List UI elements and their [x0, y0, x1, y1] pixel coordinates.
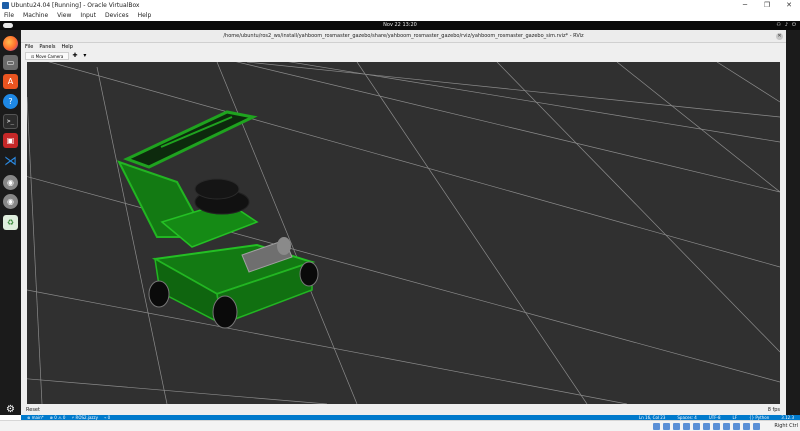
virtualbox-icon [2, 2, 9, 9]
rviz-menu-panels[interactable]: Panels [39, 43, 55, 51]
audio-icon[interactable] [673, 423, 680, 430]
recording-icon[interactable] [723, 423, 730, 430]
help-icon[interactable]: ? [3, 94, 18, 109]
rviz-statusbar: Reset 8 fps [21, 405, 786, 415]
volume-icon: ♪ [784, 22, 789, 28]
rviz-close-button[interactable]: ✕ [776, 33, 783, 40]
disc-icon-2[interactable]: ◉ [3, 194, 18, 209]
restore-button[interactable]: ❐ [756, 0, 778, 11]
ubuntu-dock: ▭ A ? >_ ▣ ⋊ ◉ ◉ ♻ ⚙ [0, 30, 21, 415]
screenshot-icon[interactable]: ▣ [3, 133, 18, 148]
reset-button[interactable]: Reset [26, 407, 40, 413]
usb-icon[interactable] [693, 423, 700, 430]
network-adapter-icon[interactable] [683, 423, 690, 430]
virtualbox-statusbar: Right Ctrl [0, 420, 800, 431]
virtualbox-titlebar: Ubuntu24.04 [Running] - Oracle VirtualBo… [0, 0, 800, 11]
gnome-top-bar: Nov 22 13:20 ⚇ ♪ ⏻ [0, 21, 800, 30]
firefox-icon[interactable] [3, 36, 18, 51]
mouse-integration-icon[interactable] [743, 423, 750, 430]
rviz-toolbar: ⊡ Move Camera ✚ ▾ [21, 51, 786, 60]
move-camera-tool[interactable]: ⊡ Move Camera [25, 51, 70, 60]
device-indicators [653, 423, 760, 430]
show-apps-icon[interactable]: ⚙ [3, 402, 18, 417]
rviz-menu-file[interactable]: File [25, 43, 33, 51]
disc-icon[interactable]: ◉ [3, 175, 18, 190]
menu-input[interactable]: Input [80, 11, 96, 21]
menu-file[interactable]: File [4, 11, 14, 21]
menu-devices[interactable]: Devices [105, 11, 129, 21]
add-tool-icon[interactable]: ✚ [72, 52, 77, 59]
window-title: Ubuntu24.04 [Running] - Oracle VirtualBo… [11, 2, 140, 9]
window-controls: ─ ❐ ✕ [734, 0, 800, 11]
vscode-icon[interactable]: ⋊ [3, 154, 18, 169]
rviz-title: /home/ubuntu/ros2_ws/install/yahboom_ros… [21, 30, 786, 43]
desktop-edge [786, 30, 800, 415]
network-icon: ⚇ [776, 22, 781, 28]
files-icon[interactable]: ▭ [3, 55, 18, 70]
rviz-menubar: File Panels Help [21, 43, 786, 51]
clock[interactable]: Nov 22 13:20 [0, 21, 800, 30]
rviz-window: /home/ubuntu/ros2_ws/install/yahboom_ros… [21, 30, 786, 415]
fps-readout: 8 fps [767, 407, 780, 413]
host-key-label: Right Ctrl [774, 423, 798, 429]
grid [27, 62, 780, 404]
hard-disk-icon[interactable] [653, 423, 660, 430]
robot-model [116, 110, 319, 329]
menu-help[interactable]: Help [138, 11, 152, 21]
app-center-icon[interactable]: A [3, 74, 18, 89]
power-icon: ⏻ [792, 22, 796, 28]
tool-menu-chevron-icon[interactable]: ▾ [83, 52, 86, 59]
virtualbox-menubar: File Machine View Input Devices Help [0, 11, 800, 21]
display-icon[interactable] [713, 423, 720, 430]
optical-drive-icon[interactable] [663, 423, 670, 430]
close-button[interactable]: ✕ [778, 0, 800, 11]
menu-machine[interactable]: Machine [23, 11, 48, 21]
trash-icon[interactable]: ♻ [3, 215, 18, 230]
3d-viewport[interactable] [27, 62, 780, 404]
shared-folder-icon[interactable] [703, 423, 710, 430]
menu-view[interactable]: View [57, 11, 71, 21]
rviz-menu-help[interactable]: Help [61, 43, 72, 51]
scene-graphics [27, 62, 780, 404]
terminal-icon[interactable]: >_ [3, 114, 18, 129]
cpu-icon[interactable] [733, 423, 740, 430]
keyboard-icon[interactable] [753, 423, 760, 430]
minimize-button[interactable]: ─ [734, 0, 756, 11]
system-tray[interactable]: ⚇ ♪ ⏻ [776, 21, 796, 30]
